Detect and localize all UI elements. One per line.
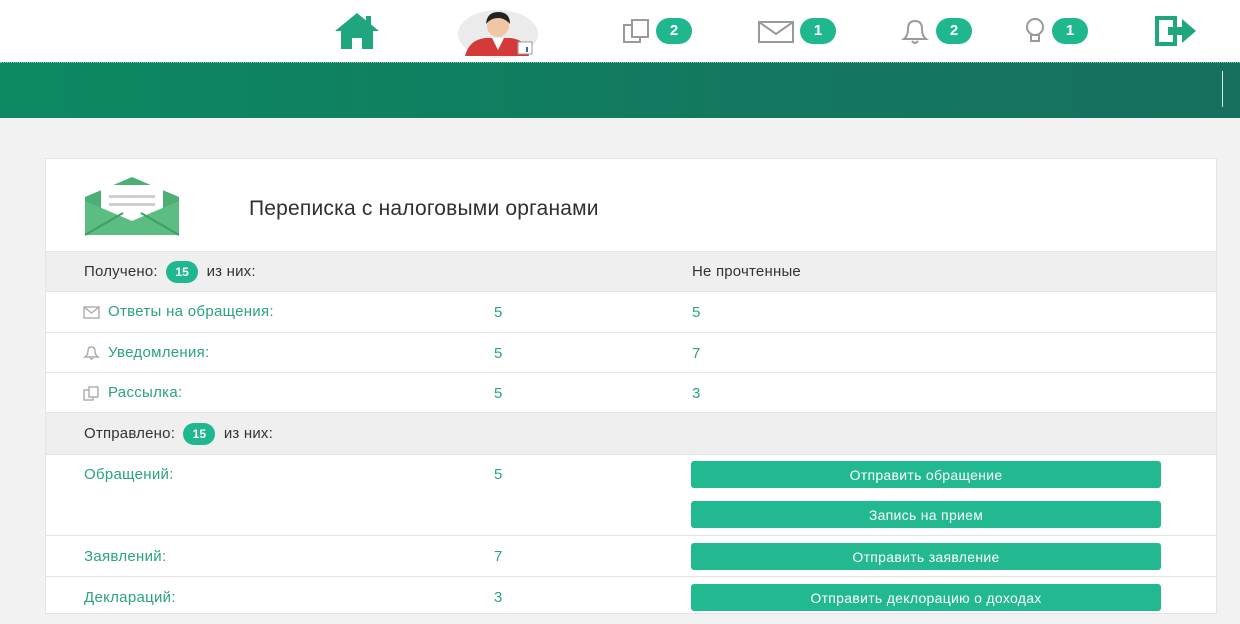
notifications-total: 5 xyxy=(494,345,503,362)
applications-link[interactable]: Заявлений: xyxy=(84,548,166,565)
sent-label: Отправлено: xyxy=(84,424,176,442)
sent-summary: Отправлено: 15 из них: xyxy=(84,423,273,445)
received-count-badge: 15 xyxy=(166,261,199,283)
envelope-icon xyxy=(84,177,180,236)
header-band xyxy=(0,62,1240,118)
mailing-notifications-button[interactable]: 2 xyxy=(622,0,692,62)
lightbulb-icon xyxy=(1026,18,1044,42)
received-label: Получено: xyxy=(84,262,158,280)
notifications-count-badge: 2 xyxy=(936,18,972,44)
send-application-button[interactable]: Отправить заявление xyxy=(691,543,1161,570)
appeals-link[interactable]: Обращений: xyxy=(84,466,174,483)
user-avatar-icon xyxy=(458,10,538,58)
notifications-button[interactable]: 2 xyxy=(898,0,972,62)
messages-count-badge: 1 xyxy=(800,18,836,44)
mail-icon xyxy=(758,21,794,43)
mailing-link[interactable]: Рассылка: xyxy=(83,384,183,401)
card-title: Переписка с налоговыми органами xyxy=(249,197,599,220)
table-row: Уведомления: 5 7 xyxy=(46,332,1216,373)
messages-button[interactable]: 1 xyxy=(756,0,836,62)
user-profile-button[interactable] xyxy=(455,0,541,62)
copy-icon xyxy=(83,385,99,401)
send-appeal-button[interactable]: Отправить обращение xyxy=(691,461,1161,488)
top-navigation-bar: 2 1 2 1 xyxy=(0,0,1240,62)
appointment-button[interactable]: Запись на прием xyxy=(691,501,1161,528)
mailing-count-badge: 2 xyxy=(656,18,692,44)
tips-button[interactable]: 1 xyxy=(1022,0,1088,62)
declarations-link[interactable]: Деклараций: xyxy=(84,589,176,606)
mailing-unread: 3 xyxy=(692,385,701,402)
send-declaration-button[interactable]: Отправить деклорацию о доходах xyxy=(691,584,1161,611)
sent-header-row: Отправлено: 15 из них: xyxy=(46,412,1216,455)
unread-column-header: Не прочтенные xyxy=(692,263,801,280)
answers-total: 5 xyxy=(494,304,503,321)
bell-icon xyxy=(901,19,929,44)
received-suffix: из них: xyxy=(206,262,256,280)
copy-icon xyxy=(623,19,649,43)
table-row: Деклараций: 3 Отправить деклорацию о дох… xyxy=(46,576,1216,614)
answers-link[interactable]: Ответы на обращения: xyxy=(83,303,274,320)
table-row: Обращений: 5 Отправить обращение Запись … xyxy=(46,454,1216,536)
received-header-row: Получено: 15 из них: Не прочтенные xyxy=(46,251,1216,292)
tips-count-badge: 1 xyxy=(1052,18,1088,44)
notifications-unread: 7 xyxy=(692,345,701,362)
notifications-label: Уведомления: xyxy=(108,344,210,361)
declarations-count: 3 xyxy=(494,589,503,606)
answers-label: Ответы на обращения: xyxy=(108,303,274,320)
card-header: Переписка с налоговыми органами xyxy=(46,159,1216,251)
sent-suffix: из них: xyxy=(223,424,273,442)
mailing-total: 5 xyxy=(494,385,503,402)
applications-count: 7 xyxy=(494,548,503,565)
appeals-count: 5 xyxy=(494,466,503,483)
header-divider xyxy=(1222,71,1223,107)
sent-count-badge: 15 xyxy=(183,423,216,445)
received-summary: Получено: 15 из них: xyxy=(84,261,256,283)
bell-icon xyxy=(83,346,100,360)
notifications-link[interactable]: Уведомления: xyxy=(83,344,210,361)
logout-button[interactable] xyxy=(1154,0,1200,62)
answers-unread: 5 xyxy=(692,304,701,321)
home-button[interactable] xyxy=(333,0,381,62)
logout-icon xyxy=(1155,16,1196,46)
table-row: Ответы на обращения: 5 5 xyxy=(46,291,1216,333)
table-row: Заявлений: 7 Отправить заявление xyxy=(46,535,1216,577)
mailing-label: Рассылка: xyxy=(108,384,183,401)
table-row: Рассылка: 5 3 xyxy=(46,372,1216,413)
mail-icon xyxy=(83,305,100,319)
home-icon xyxy=(335,13,379,49)
correspondence-card: Переписка с налоговыми органами Получено… xyxy=(45,158,1217,614)
